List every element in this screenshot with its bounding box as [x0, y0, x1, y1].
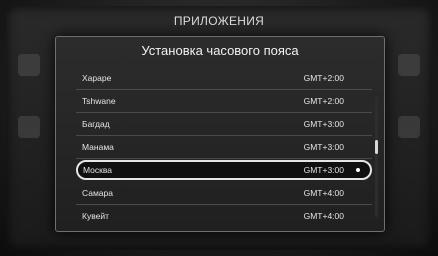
scrollbar[interactable]: [375, 97, 378, 217]
timezone-offset: GMT+4:00: [303, 211, 344, 221]
timezone-offset: GMT+3:00: [303, 165, 344, 175]
timezone-name: Хараре: [82, 73, 112, 83]
timezone-offset: GMT+3:00: [303, 119, 344, 129]
app-icon: [398, 54, 420, 76]
selected-radio-icon: [356, 168, 360, 172]
timezone-offset: GMT+2:00: [303, 96, 344, 106]
timezone-name: Багдад: [82, 119, 110, 129]
app-icon: [18, 116, 40, 138]
timezone-row[interactable]: Tshwane GMT+2:00: [76, 90, 372, 113]
scrollbar-thumb[interactable]: [375, 140, 378, 154]
side-panel-left: [6, 48, 54, 198]
timezone-row[interactable]: Хараре GMT+2:00: [76, 67, 372, 90]
app-icon: [398, 116, 420, 138]
page-title: ПРИЛОЖЕНИЯ: [173, 14, 265, 28]
timezone-offset: GMT+4:00: [303, 188, 344, 198]
timezone-offset: GMT+3:00: [303, 142, 344, 152]
side-panel-right: [384, 48, 432, 198]
timezone-row[interactable]: Кувейт GMT+4:00: [76, 205, 372, 227]
timezone-row-selected[interactable]: Москва GMT+3:00: [76, 160, 372, 180]
timezone-row[interactable]: Самара GMT+4:00: [76, 182, 372, 205]
app-icon: [18, 54, 40, 76]
timezone-name: Самара: [82, 188, 113, 198]
timezone-name: Кувейт: [82, 211, 109, 221]
timezone-name: Москва: [83, 165, 113, 175]
dialog-title: Установка часового пояса: [141, 43, 299, 58]
timezone-row[interactable]: Багдад GMT+3:00: [76, 113, 372, 136]
timezone-name: Манама: [82, 142, 114, 152]
timezone-name: Tshwane: [82, 96, 116, 106]
timezone-offset: GMT+2:00: [303, 73, 344, 83]
timezone-list: Хараре GMT+2:00 Tshwane GMT+2:00 Багдад …: [76, 67, 372, 227]
timezone-row[interactable]: Манама GMT+3:00: [76, 136, 372, 159]
timezone-dialog: Установка часового пояса Хараре GMT+2:00…: [55, 36, 385, 232]
